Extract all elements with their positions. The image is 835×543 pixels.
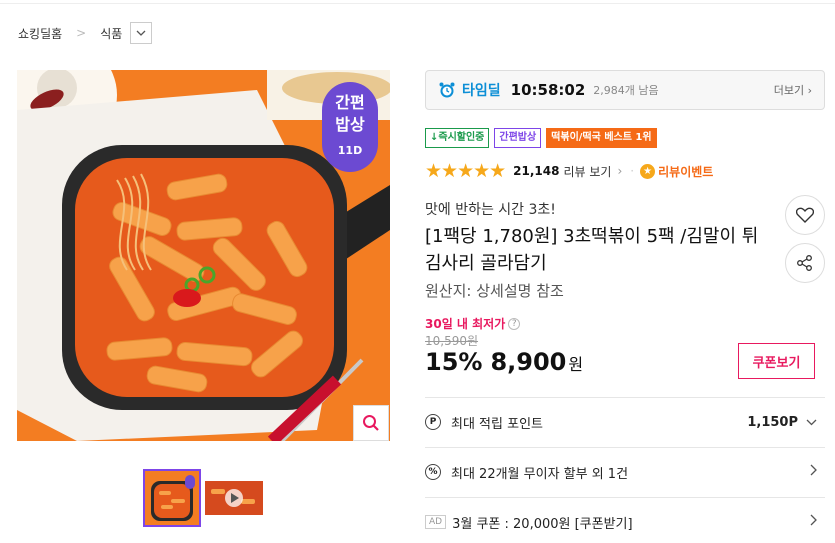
chevron-right-icon <box>810 464 817 480</box>
coupon-ad-row[interactable]: AD 3월 쿠폰 : 20,000원 [쿠폰받기] <box>425 510 817 534</box>
installment-row[interactable]: % 최대 22개월 무이자 할부 외 1건 <box>425 460 817 484</box>
chevron-right-icon: › <box>617 164 623 178</box>
final-price: 8,900 <box>490 348 567 376</box>
ad-badge: AD <box>425 515 447 529</box>
lowest-price-label: 30일 내 최저가 ? <box>425 315 521 332</box>
wishlist-button[interactable] <box>785 195 825 235</box>
tag-simple-meal[interactable]: 간편밥상 <box>494 128 542 148</box>
top-border <box>0 0 835 4</box>
points-row[interactable]: P 최대 적립 포인트 1,150P <box>425 410 817 434</box>
separator-dot: · <box>630 164 635 178</box>
thumbnail-1[interactable] <box>143 469 201 527</box>
breadcrumb: 쇼킹딜홈 > 식품 <box>18 22 153 44</box>
product-origin: 원산지: 상세설명 참조 <box>425 282 564 300</box>
point-icon: P <box>425 414 441 430</box>
currency-unit: 원 <box>568 355 584 374</box>
divider <box>425 447 825 448</box>
zoom-button[interactable] <box>353 405 389 441</box>
review-event-link[interactable]: ★ 리뷰이벤트 <box>640 163 713 180</box>
discount-percent: 15% <box>425 348 483 376</box>
coupon-view-button[interactable]: 쿠폰보기 <box>738 343 815 379</box>
search-icon <box>363 415 379 431</box>
timedeal-more-label: 더보기 <box>773 84 805 97</box>
divider <box>425 397 825 398</box>
tag-best-rank[interactable]: 떡볶이/떡국 베스트 1위 <box>546 128 657 148</box>
chevron-down-icon <box>136 30 146 36</box>
thumbnail-image <box>145 471 199 525</box>
share-button[interactable] <box>785 243 825 283</box>
lowest-price-text: 30일 내 최저가 <box>425 317 506 331</box>
product-tags: ↓즉시할인중 간편밥상 떡볶이/떡국 베스트 1위 <box>425 128 657 148</box>
breadcrumb-category[interactable]: 식품 <box>100 25 122 42</box>
help-icon[interactable]: ? <box>508 317 521 330</box>
original-price: 10,590원 <box>425 334 479 348</box>
badge-line2: 밥상 <box>335 115 365 134</box>
breadcrumb-home[interactable]: 쇼킹딜홈 <box>18 25 62 42</box>
breadcrumb-separator-icon: > <box>76 26 87 40</box>
timedeal-label: 타임딜 <box>462 83 501 99</box>
product-title: [1팩당 1,780원] 3초떡볶이 5팩 /김말이 튀김사리 골라담기 <box>425 226 759 274</box>
percent-icon: % <box>425 464 441 480</box>
badge-brand: 11D <box>337 144 363 157</box>
thumbnail-2-video[interactable] <box>205 469 263 527</box>
video-thumbnail-image <box>205 469 263 527</box>
chevron-right-icon: › <box>807 84 812 97</box>
product-subtitle: 맛에 반하는 시간 3초! <box>425 202 556 218</box>
points-label: 최대 적립 포인트 <box>451 416 543 432</box>
star-rating-icon: ★★★★★ <box>425 160 506 182</box>
chevron-down-icon <box>806 415 817 430</box>
timedeal-more-link[interactable]: 더보기 › <box>774 82 812 98</box>
alarm-clock-icon <box>439 82 455 98</box>
coupon-ad-label: 3월 쿠폰 : 20,000원 [쿠폰받기] <box>452 516 633 532</box>
category-dropdown-button[interactable] <box>130 22 153 44</box>
tag-instant-discount: ↓즉시할인중 <box>425 128 490 148</box>
badge-line1: 간편 <box>335 93 365 112</box>
installment-label: 최대 22개월 무이자 할부 외 1건 <box>451 466 629 482</box>
review-event-label: 리뷰이벤트 <box>658 164 714 179</box>
review-view-link[interactable]: 리뷰 보기 <box>563 163 611 180</box>
simple-meal-badge: 간편 밥상 11D <box>322 82 378 172</box>
chevron-right-icon <box>810 514 817 530</box>
product-main-image[interactable]: 간편 밥상 11D <box>17 70 390 441</box>
timedeal-bar: 타임딜 10:58:02 2,984개 남음 더보기 › <box>425 70 825 110</box>
heart-icon <box>796 207 814 223</box>
points-value: 1,150P <box>747 414 798 430</box>
share-icon <box>797 255 812 271</box>
review-count[interactable]: 21,148 <box>513 164 559 178</box>
star-badge-icon: ★ <box>640 163 656 179</box>
timedeal-countdown: 10:58:02 <box>510 81 586 99</box>
sale-price: 15% 8,900 원 <box>425 348 583 376</box>
rating-row: ★★★★★ 21,148 리뷰 보기 › · ★ 리뷰이벤트 <box>425 160 713 182</box>
timedeal-remaining: 2,984개 남음 <box>593 84 659 97</box>
divider <box>425 497 825 498</box>
